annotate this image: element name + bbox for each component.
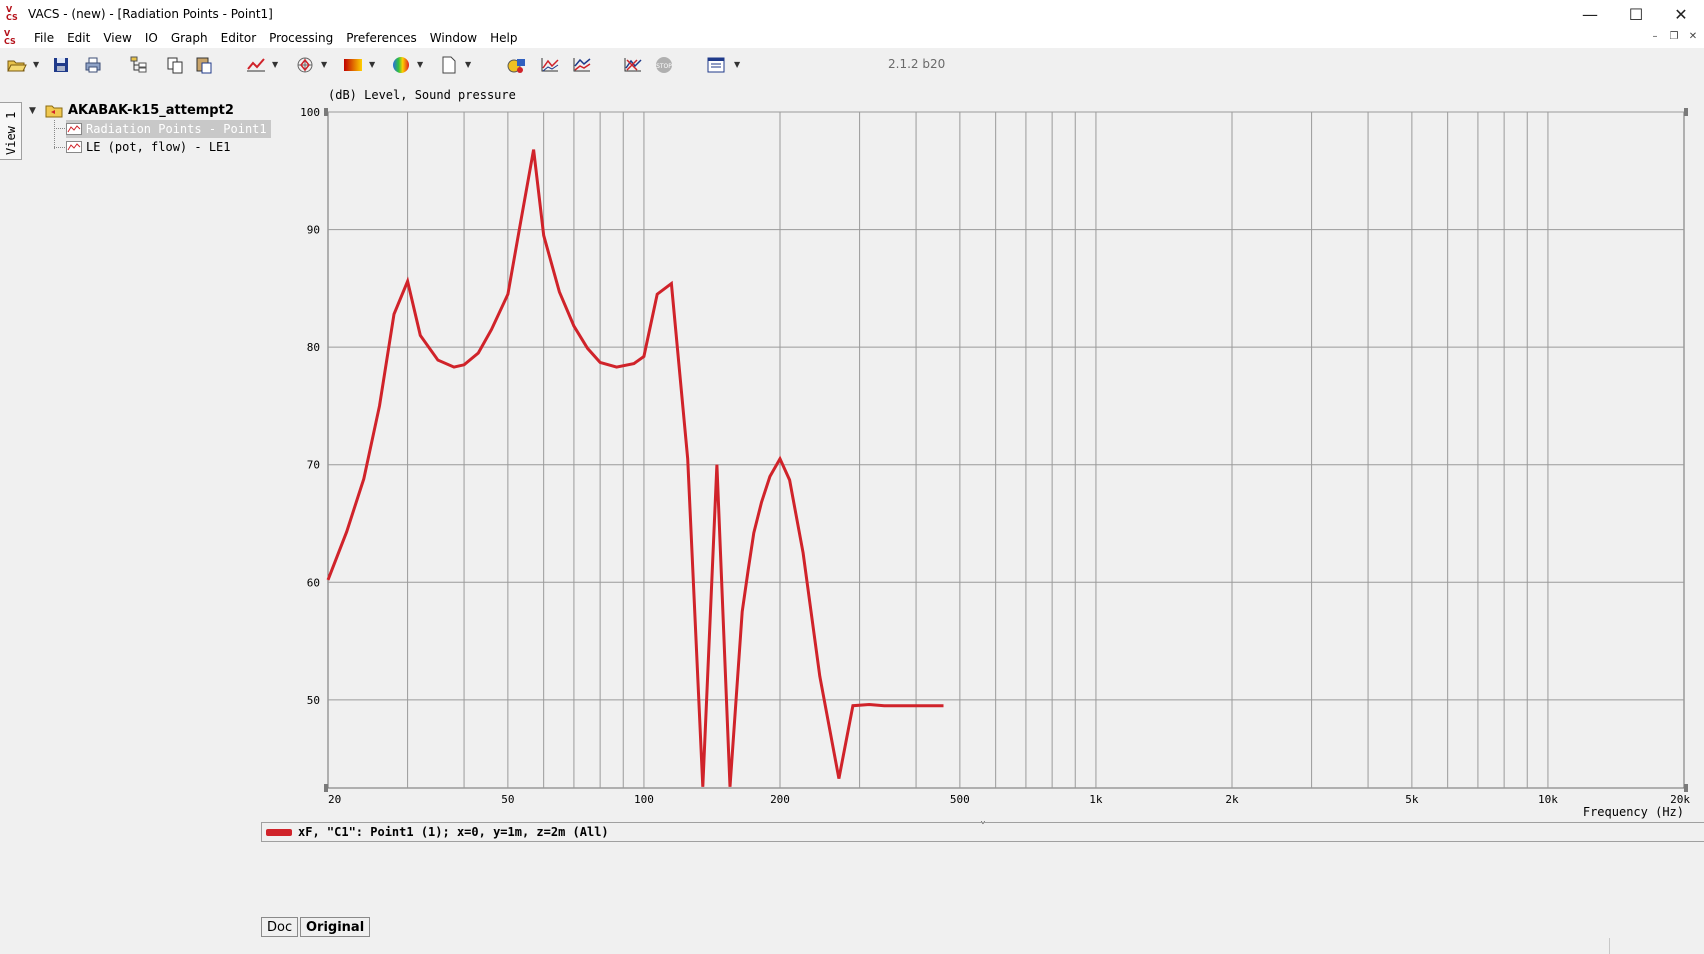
x-tick-label: 20 [328, 793, 341, 806]
axis-resize-handle[interactable] [1684, 108, 1688, 116]
chart-grid [327, 111, 1685, 789]
series-line [326, 149, 944, 787]
y-tick-label: 50 [307, 694, 320, 707]
plot-frame [327, 111, 1685, 789]
frequency-response-chart[interactable]: (dB) Level, Sound pressure 50 60 70 80 90 100… [0, 0, 1704, 830]
tab-doc[interactable]: Doc [261, 917, 299, 937]
y-tick-label: 100 [300, 106, 320, 119]
x-tick-label: 5k [1405, 793, 1419, 806]
x-tick-label: 200 [770, 793, 790, 806]
axis-resize-handle[interactable] [1684, 784, 1688, 792]
legend-label[interactable]: xF, "C1": Point1 (1); x=0, y=1m, z=2m (A… [298, 825, 609, 839]
tab-original[interactable]: Original [300, 917, 371, 937]
y-tick-label: 60 [307, 576, 320, 589]
y-tick-label: 90 [307, 224, 320, 237]
legend-bar: xF, "C1": Point1 (1); x=0, y=1m, z=2m (A… [261, 822, 1704, 842]
x-tick-label: 1k [1089, 793, 1103, 806]
x-tick-label: 50 [501, 793, 514, 806]
x-tick-label: 100 [634, 793, 654, 806]
status-separator [1609, 938, 1610, 954]
y-tick-label: 70 [307, 459, 320, 472]
x-tick-label: 500 [950, 793, 970, 806]
axis-resize-handle[interactable] [324, 784, 328, 792]
x-tick-label: 2k [1225, 793, 1239, 806]
x-axis-label: Frequency (Hz) [1583, 805, 1684, 819]
y-tick-label: 80 [307, 341, 320, 354]
x-tick-label: 10k [1538, 793, 1558, 806]
legend-swatch [266, 828, 292, 836]
chart-series [326, 149, 944, 787]
axis-resize-handle[interactable] [324, 108, 328, 116]
y-axis-label: (dB) Level, Sound pressure [328, 88, 516, 102]
